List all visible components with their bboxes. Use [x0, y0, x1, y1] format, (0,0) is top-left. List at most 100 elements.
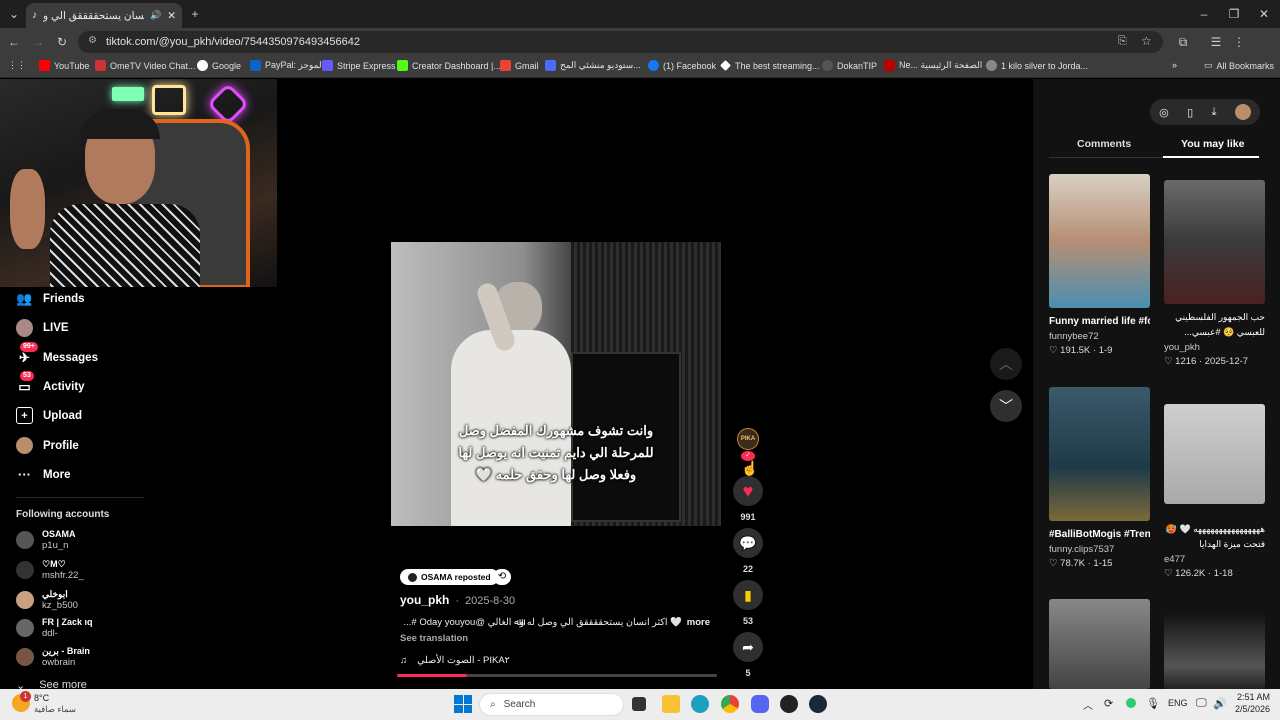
new-tab-icon[interactable]: + [187, 7, 203, 21]
obs-icon[interactable] [780, 695, 798, 713]
save-action[interactable]: ▮ 53 [733, 580, 763, 626]
close-window-icon[interactable]: ✕ [1256, 7, 1272, 21]
creator-avatar[interactable]: PIKA [737, 428, 759, 450]
nav-upload[interactable]: + Upload [16, 407, 82, 424]
video-thumbnail[interactable] [1049, 599, 1150, 689]
like-action[interactable]: ♥ 991 [733, 476, 763, 522]
bookmark-stripe[interactable]: Stripe Express [322, 60, 396, 71]
bookmarks-overflow-icon[interactable]: » [1172, 60, 1177, 70]
all-bookmarks[interactable]: ▭ All Bookmarks [1204, 60, 1274, 71]
video-thumbnail[interactable] [1164, 180, 1265, 304]
media-icon[interactable]: ☰ [1208, 35, 1224, 49]
recommended-video-card[interactable]: ههههههههههههههههه 🤍 🥵 فتحت ميزة الهدايا … [1164, 404, 1265, 580]
more-link[interactable]: more [687, 617, 710, 628]
task-view-icon[interactable] [632, 697, 646, 711]
audio-icon[interactable]: 🔊 [150, 10, 161, 21]
discord-icon[interactable] [751, 695, 769, 713]
file-explorer-icon[interactable] [662, 695, 680, 713]
site-info-icon[interactable]: ⚙ [88, 35, 97, 46]
apps-icon[interactable]: ⋮⋮ [8, 60, 26, 71]
tab-close-icon[interactable]: ✕ [167, 10, 176, 22]
comment-action[interactable]: 💬 22 [733, 528, 763, 574]
previous-video-button[interactable]: ︿ [990, 348, 1022, 380]
nav-more[interactable]: ··· More [16, 466, 70, 483]
address-bar[interactable]: ⚙ tiktok.com/@you_pkh/video/754435097649… [78, 31, 1163, 53]
following-account[interactable]: ابوخلي kz_b500 [16, 589, 78, 611]
following-account[interactable]: FR | Zack ıq ddl- [16, 617, 93, 639]
status-dot-icon[interactable] [1126, 698, 1136, 708]
following-account[interactable]: OSAMA p1u_n [16, 529, 76, 551]
see-translation-link[interactable]: See translation [400, 633, 468, 644]
steam-icon[interactable] [809, 695, 827, 713]
recommended-video-card[interactable] [1049, 599, 1150, 689]
bookmark-icon[interactable]: ▮ [733, 580, 763, 610]
bookmark-silver[interactable]: 1 kilo silver to Jorda... [986, 60, 1088, 71]
windows-start-icon[interactable] [454, 695, 472, 713]
tab-comments[interactable]: Comments [1077, 138, 1131, 150]
minimize-icon[interactable]: – [1196, 7, 1212, 21]
bookmark-dokantip[interactable]: DokanTIP [822, 60, 877, 71]
share-icon[interactable]: ➦ [733, 632, 763, 662]
network-icon[interactable]: 🖵 [1196, 697, 1207, 710]
extensions-icon[interactable]: ⧉ [1175, 35, 1191, 49]
tray-overflow-icon[interactable]: ︿ [1083, 697, 1093, 712]
clock-date[interactable]: 2/5/2026 [1232, 704, 1270, 714]
bookmark-creator-dashboard[interactable]: Creator Dashboard |... [397, 60, 501, 71]
sound-link[interactable]: ♫ الصوت الأصلي - PIKA٢ [400, 655, 510, 666]
heart-icon[interactable]: ♥ [733, 476, 763, 506]
bookmark-facebook[interactable]: (1) Facebook [648, 60, 716, 71]
bookmark-paypal[interactable]: PayPal: الموجز [250, 60, 324, 71]
clock-time[interactable]: 2:51 AM [1236, 692, 1270, 702]
volume-icon[interactable]: 🔊 [1213, 697, 1227, 710]
bookmark-google[interactable]: Google [197, 60, 241, 71]
microphone-icon[interactable]: 🎙 [1146, 697, 1160, 710]
repost-chip[interactable]: OSAMA reposted [400, 569, 499, 585]
bookmark-gmail[interactable]: Gmail [500, 60, 539, 71]
video-player[interactable]: وانت تشوف مشهورك المفضل وصل للمرحلة الي … [391, 242, 721, 526]
video-thumbnail[interactable] [1164, 404, 1265, 504]
tab-search-icon[interactable]: ⌄ [6, 7, 22, 21]
maximize-icon[interactable]: ❐ [1226, 7, 1242, 21]
recommended-video-card[interactable]: Funny married life #foryou #couple... fu… [1049, 174, 1150, 357]
nav-live[interactable]: LIVE [16, 318, 69, 337]
chrome-icon[interactable] [721, 695, 739, 713]
download-icon[interactable]: ⤓ [1212, 106, 1217, 119]
language-indicator[interactable]: ENG [1168, 698, 1188, 708]
nav-activity[interactable]: ▭ 53 Activity [16, 371, 85, 395]
compass-icon[interactable]: ◎ [1159, 106, 1169, 119]
share-action[interactable]: ➦ 5 [733, 632, 763, 678]
following-account[interactable]: ♡M♡ mshfr.22_ [16, 559, 84, 581]
next-video-button[interactable]: ﹀ [990, 390, 1022, 422]
bookmark-streaming[interactable]: The best streaming... [720, 60, 820, 71]
phone-icon[interactable]: ▯ [1187, 106, 1193, 119]
video-progress-track[interactable] [397, 674, 717, 677]
video-thumbnail[interactable] [1164, 612, 1265, 689]
install-icon[interactable]: ⎘ [1118, 35, 1127, 48]
taskbar-search[interactable]: ⌕ Search [479, 693, 624, 716]
video-thumbnail[interactable] [1049, 387, 1150, 521]
video-thumbnail[interactable] [1049, 174, 1150, 308]
back-icon[interactable]: ← [6, 35, 22, 49]
repost-icon[interactable]: ⟲ [493, 569, 511, 585]
avatar[interactable] [1234, 104, 1251, 120]
tab-you-may-like[interactable]: You may like [1181, 138, 1244, 150]
bookmark-studio[interactable]: ستوديو منشئي المح... [545, 60, 641, 71]
forward-icon[interactable]: → [30, 35, 46, 49]
nav-profile[interactable]: Profile [16, 437, 79, 454]
menu-icon[interactable]: ⋮ [1231, 35, 1247, 49]
reload-icon[interactable]: ↻ [54, 35, 70, 49]
recommended-video-card[interactable]: #BalliBotMogis #TrendingReels... funny.c… [1049, 387, 1150, 570]
bookmark-star-icon[interactable]: ☆ [1141, 34, 1152, 48]
comment-icon[interactable]: 💬 [733, 528, 763, 558]
recommended-video-card[interactable] [1164, 612, 1265, 689]
sync-icon[interactable]: ⟳ [1104, 697, 1113, 710]
see-more-button[interactable]: ⌄ See more [16, 679, 87, 689]
author-name[interactable]: you_pkh [400, 593, 449, 607]
following-account[interactable]: برين - Brain owbrain [16, 646, 90, 668]
bookmark-ometv[interactable]: OmeTV Video Chat... [95, 60, 195, 71]
recommended-video-card[interactable]: حب الجمهور الفلسطيني للعبسي 🥺 #عبسي... y… [1164, 180, 1265, 368]
browser-tab[interactable]: ♪ اكثر انسان يستحققققق الي و 🔊 ✕ [26, 3, 182, 28]
bookmark-news[interactable]: Ne... الصفحة الرئيسية [884, 60, 982, 71]
nav-friends[interactable]: 👥 Friends [16, 290, 84, 307]
bookmark-youtube[interactable]: YouTube [39, 60, 89, 71]
